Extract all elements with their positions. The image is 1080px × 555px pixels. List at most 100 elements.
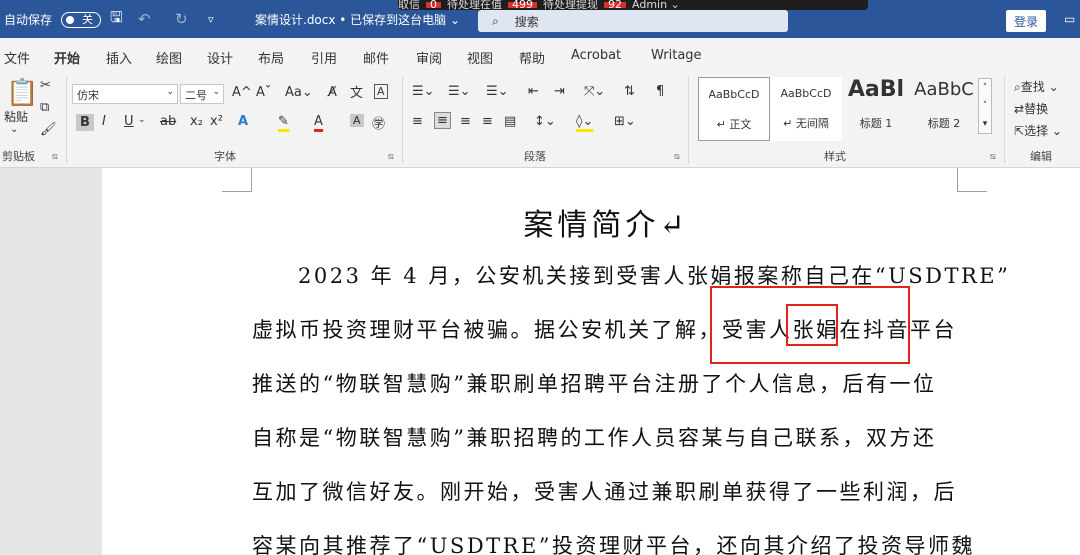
line-spacing-icon[interactable]: ↕⌄ — [534, 114, 556, 129]
tab-layout[interactable]: 布局 — [258, 48, 284, 67]
font-color-icon[interactable]: A — [314, 114, 323, 132]
strikethrough-icon[interactable]: ab — [160, 114, 176, 129]
bold-icon[interactable]: B — [76, 114, 94, 131]
font-launcher-icon[interactable]: ⧅ — [388, 152, 394, 162]
decrease-indent-icon[interactable]: ⇤ — [528, 84, 539, 99]
search-placeholder: 搜索 — [514, 14, 539, 29]
style-heading-1[interactable]: AaBl 标题 1 — [840, 77, 912, 141]
overlay-text: 待处理在值 — [447, 0, 502, 10]
replace-button[interactable]: ⇄替换 — [1014, 100, 1048, 117]
paste-icon[interactable]: 📋 — [6, 78, 38, 108]
styles-launcher-icon[interactable]: ⧅ — [990, 152, 996, 162]
overlay-text: 取信 — [398, 0, 420, 10]
paste-label[interactable]: 粘贴 — [4, 108, 28, 125]
tab-writage[interactable]: Writage — [651, 48, 702, 63]
login-button[interactable]: 登录 — [1006, 10, 1046, 32]
style-name: 标题 2 — [927, 117, 961, 130]
cut-icon[interactable]: ✂ — [40, 78, 51, 93]
underline-icon[interactable]: U — [124, 114, 134, 129]
style-preview: AaBbC — [914, 79, 974, 100]
tab-design[interactable]: 设计 — [207, 48, 233, 67]
save-icon[interactable]: 🖫 — [110, 0, 123, 38]
chevron-down-icon: ⌄ — [212, 87, 220, 97]
overlay-badge: 0 — [426, 0, 441, 10]
multilevel-list-icon[interactable]: ☰⌄ — [486, 84, 509, 99]
ribbon-tabs: 文件 开始 插入 绘图 设计 布局 引用 邮件 审阅 视图 帮助 Acrobat… — [0, 38, 1080, 75]
paste-dropdown-icon[interactable]: ⌄ — [10, 124, 18, 135]
shrink-font-icon[interactable]: Aˇ — [256, 85, 271, 100]
toggle-knob — [66, 16, 74, 24]
align-right-icon[interactable]: ≡ — [460, 114, 471, 129]
more-styles-icon[interactable]: ▾ — [983, 119, 988, 129]
annotation-box-inner — [786, 304, 838, 346]
sort-icon[interactable]: ⇅ — [624, 84, 635, 99]
paragraph-launcher-icon[interactable]: ⧅ — [674, 152, 680, 162]
clipboard-group-label: 剪贴板 — [2, 150, 35, 163]
find-button[interactable]: ⌕查找 ⌄ — [1014, 78, 1059, 95]
character-shading-icon[interactable]: A — [350, 114, 364, 127]
tab-review[interactable]: 审阅 — [416, 48, 442, 67]
editing-group-label: 编辑 — [1030, 150, 1052, 163]
align-left-icon[interactable]: ≡ — [412, 114, 423, 129]
font-name-value: 仿宋 — [77, 89, 99, 102]
tab-view[interactable]: 视图 — [467, 48, 493, 67]
paragraph-line: 推送的“物联智慧购”兼职刷单招聘平台注册了个人信息，后有一位 — [252, 372, 937, 396]
style-name: ↵ 正文 — [716, 118, 752, 131]
chevron-down-icon[interactable]: ⌄ — [138, 115, 146, 125]
phonetic-guide-icon[interactable]: 文 — [350, 82, 363, 101]
numbering-icon[interactable]: ☰⌄ — [448, 84, 471, 99]
tab-file[interactable]: 文件 — [4, 48, 30, 67]
copy-icon[interactable]: ⧉ — [40, 100, 49, 115]
chinese-layout-icon[interactable]: ⤧⌄ — [584, 84, 605, 99]
superscript-icon[interactable]: x² — [210, 114, 223, 129]
enclose-characters-icon[interactable]: ㊫ — [372, 113, 385, 132]
style-no-spacing[interactable]: AaBbCcD ↵ 无间隔 — [770, 77, 842, 141]
italic-icon[interactable]: I — [102, 114, 106, 129]
show-marks-icon[interactable]: ¶ — [656, 84, 664, 99]
clipboard-launcher-icon[interactable]: ⧅ — [52, 152, 58, 162]
select-button[interactable]: ⇱选择 ⌄ — [1014, 122, 1062, 139]
scroll-down-icon[interactable]: ˅ — [983, 101, 988, 111]
increase-indent-icon[interactable]: ⇥ — [554, 84, 565, 99]
chevron-down-icon: ⌄ — [166, 87, 174, 97]
tab-insert[interactable]: 插入 — [106, 48, 132, 67]
borders-icon[interactable]: ⊞⌄ — [614, 114, 636, 129]
subscript-icon[interactable]: x₂ — [190, 114, 203, 129]
tab-mailings[interactable]: 邮件 — [363, 48, 389, 67]
font-size-select[interactable]: 二号 ⌄ — [180, 84, 224, 104]
justify-icon[interactable]: ≡ — [482, 114, 493, 129]
paragraph-line: 容某向其推荐了“USDTRE”投资理财平台，还向其介绍了投资导师魏 — [252, 534, 976, 555]
highlight-icon[interactable]: ✎ — [278, 114, 289, 132]
style-heading-2[interactable]: AaBbC 标题 2 — [908, 77, 980, 141]
font-name-select[interactable]: 仿宋 ⌄ — [72, 84, 178, 104]
undo-icon[interactable]: ↶ — [138, 0, 151, 38]
bullets-icon[interactable]: ☰⌄ — [412, 84, 435, 99]
align-center-icon[interactable]: ≡ — [434, 112, 451, 129]
styles-scroll[interactable]: ˄ ˅ ▾ — [978, 78, 992, 134]
paragraph-line: 自称是“物联智慧购”兼职招聘的工作人员容某与自己联系，双方还 — [252, 426, 937, 450]
tab-help[interactable]: 帮助 — [519, 48, 545, 67]
text-effects-icon[interactable]: A — [238, 114, 248, 129]
shading-icon[interactable]: ◊⌄ — [576, 114, 594, 132]
clear-formatting-icon[interactable]: A̸ — [328, 85, 337, 100]
paragraph-group-label: 段落 — [524, 150, 546, 163]
autosave-toggle[interactable]: 关 — [61, 12, 101, 28]
redo-icon[interactable]: ↻ — [175, 0, 188, 38]
replace-label: 替换 — [1024, 102, 1049, 116]
scroll-up-icon[interactable]: ˄ — [983, 83, 988, 93]
margin-corner — [957, 168, 987, 192]
tab-draw[interactable]: 绘图 — [156, 48, 182, 67]
grow-font-icon[interactable]: A^ — [232, 85, 252, 100]
format-painter-icon[interactable]: 🖌 — [40, 122, 57, 137]
style-normal[interactable]: AaBbCcD ↵ 正文 — [698, 77, 770, 141]
customize-qat-icon[interactable]: ▿ — [208, 0, 214, 38]
change-case-button[interactable]: Aa⌄ — [285, 85, 313, 100]
tab-home[interactable]: 开始 — [54, 48, 81, 75]
tab-acrobat[interactable]: Acrobat — [571, 48, 621, 63]
distributed-icon[interactable]: ▤ — [504, 114, 516, 129]
search-box[interactable]: ⌕ 搜索 — [478, 10, 788, 32]
tab-references[interactable]: 引用 — [311, 48, 337, 67]
character-border-icon[interactable]: A — [374, 84, 388, 99]
ribbon-display-icon[interactable]: ▭ — [1064, 0, 1075, 38]
document-page[interactable]: 案情简介↵ 2023 年 4 月，公安机关接到受害人张娟报案称自己在“USDTR… — [102, 168, 1080, 555]
